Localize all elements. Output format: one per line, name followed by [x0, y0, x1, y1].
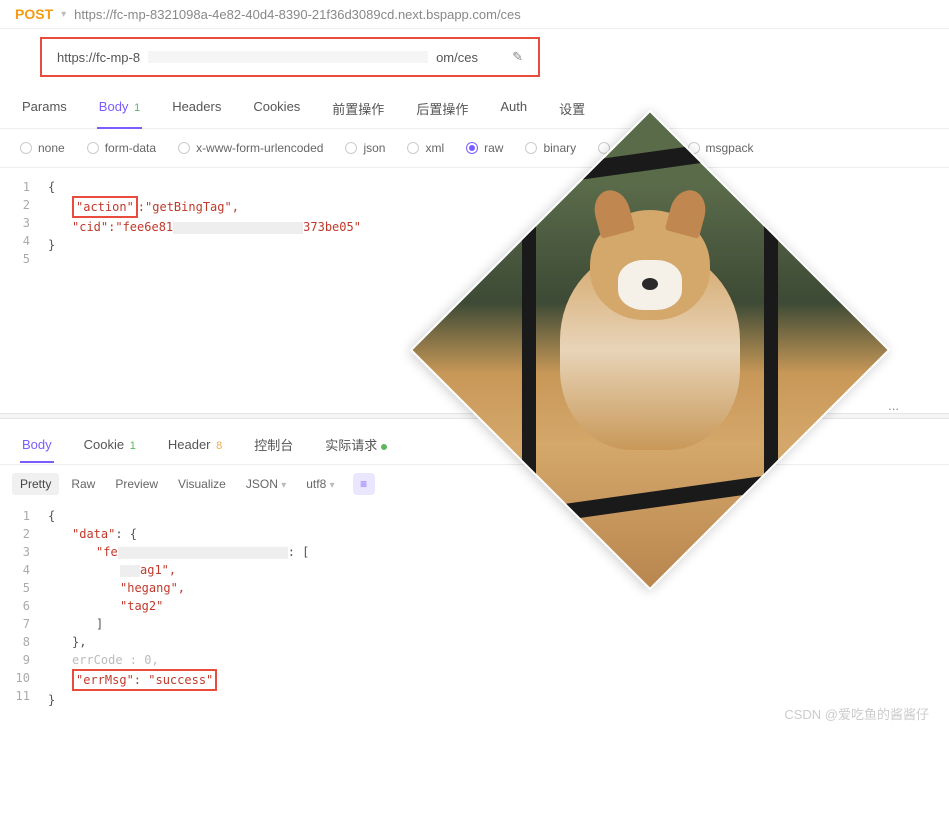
resp-tab-actual[interactable]: 实际请求 — [323, 429, 389, 464]
response-subbar: Pretty Raw Preview Visualize JSON ▾ utf8… — [0, 465, 949, 503]
cid-mask — [173, 222, 303, 234]
resp-mask2 — [120, 565, 140, 577]
resp-actual-label: 实际请求 — [325, 438, 377, 453]
resp-l6: "tag2" — [120, 599, 163, 613]
sub-utf8-label: utf8 — [306, 477, 326, 491]
tab-cookies[interactable]: Cookies — [251, 93, 302, 128]
resp-tab-cookie[interactable]: Cookie 1 — [82, 431, 138, 462]
resp-l3s: : [ — [288, 545, 310, 559]
req-action-rest: :"getBingTag", — [138, 200, 239, 214]
resp-l11: } — [48, 693, 55, 707]
radio-binary[interactable]: binary — [525, 141, 576, 155]
resp-cookie-badge: 1 — [130, 440, 136, 452]
sub-pretty[interactable]: Pretty — [12, 473, 59, 495]
resp-header-badge: 8 — [216, 440, 222, 452]
resp-l7: ] — [96, 617, 103, 631]
body-type-selector: none form-data x-www-form-urlencoded jso… — [0, 129, 949, 168]
resp-header-label: Header — [168, 437, 211, 452]
errmsg-highlight: "errMsg": "success" — [72, 669, 217, 691]
resp-l3p: "fe — [96, 545, 118, 559]
radio-none-label: none — [38, 141, 65, 155]
radio-raw[interactable]: raw — [466, 141, 503, 155]
radio-formdata-label: form-data — [105, 141, 156, 155]
resp-cookie-label: Cookie — [84, 437, 124, 452]
chevron-down-icon: ▾ — [281, 480, 286, 491]
resp-mask1 — [118, 547, 288, 559]
response-body-editor[interactable]: 1234567891011 { "data": { "fe : [ ag1", "… — [0, 503, 949, 729]
radio-json-label: json — [363, 141, 385, 155]
tab-settings[interactable]: 设置 — [557, 93, 587, 128]
resp-tab-header[interactable]: Header 8 — [166, 431, 224, 462]
sub-raw[interactable]: Raw — [63, 473, 103, 495]
req-l1: { — [48, 180, 55, 194]
green-dot-icon — [381, 444, 387, 450]
tab-body[interactable]: Body 1 — [97, 93, 142, 128]
sub-utf8[interactable]: utf8 ▾ — [298, 473, 342, 495]
req-cid-prefix: "cid":"fee6e81 — [72, 220, 173, 234]
resp-tab-body[interactable]: Body — [20, 431, 54, 462]
url-suffix: om/ces — [436, 50, 478, 65]
sub-preview[interactable]: Preview — [107, 473, 166, 495]
sub-visualize[interactable]: Visualize — [170, 473, 234, 495]
chevron-down-icon[interactable]: ▾ — [61, 9, 66, 20]
sub-json[interactable]: JSON ▾ — [238, 473, 294, 495]
url-masked — [148, 51, 428, 63]
edit-icon[interactable]: ✎ — [512, 49, 523, 65]
tab-body-label: Body — [99, 99, 129, 114]
request-tabs: Params Body 1 Headers Cookies 前置操作 后置操作 … — [0, 85, 949, 129]
url-display-box: https://fc-mp-8 om/ces ✎ — [40, 37, 540, 77]
resp-code[interactable]: { "data": { "fe : [ ag1", "hegang", "tag2… — [40, 507, 949, 709]
resp-l1: { — [48, 509, 55, 523]
tab-headers[interactable]: Headers — [170, 93, 223, 128]
resp-l8: }, — [72, 635, 86, 649]
resp-tab-console[interactable]: 控制台 — [252, 429, 295, 464]
radio-msgpack[interactable]: msgpack — [688, 141, 754, 155]
tab-pre[interactable]: 前置操作 — [330, 93, 386, 128]
req-cid-suffix: 373be05" — [303, 220, 361, 234]
action-key-highlight: "action" — [72, 196, 138, 218]
http-method[interactable]: POST — [15, 6, 53, 22]
radio-xml[interactable]: xml — [407, 141, 444, 155]
req-gutter: 12345 — [0, 178, 40, 418]
watermark: CSDN @爱吃鱼的酱酱仔 — [784, 704, 929, 723]
url-prefix: https://fc-mp-8 — [57, 50, 140, 65]
sub-json-label: JSON — [246, 477, 278, 491]
radio-none[interactable]: none — [20, 141, 65, 155]
req-l4: } — [48, 238, 55, 252]
tab-post[interactable]: 后置操作 — [414, 93, 470, 128]
tab-params[interactable]: Params — [20, 93, 69, 128]
resp-l2r: : { — [115, 527, 137, 541]
url-input[interactable]: https://fc-mp-8321098a-4e82-40d4-8390-21… — [74, 7, 934, 22]
radio-raw-label: raw — [484, 141, 503, 155]
radio-formdata[interactable]: form-data — [87, 141, 156, 155]
resp-gutter: 1234567891011 — [0, 507, 40, 709]
tab-auth[interactable]: Auth — [498, 93, 529, 128]
radio-msgpack-label: msgpack — [706, 141, 754, 155]
format-button[interactable]: ≡ — [353, 473, 375, 495]
req-action-key: "action" — [76, 200, 134, 214]
resp-l2k: "data" — [72, 527, 115, 541]
resp-l10: "errMsg": "success" — [76, 673, 213, 687]
radio-json[interactable]: json — [345, 141, 385, 155]
radio-xml-label: xml — [425, 141, 444, 155]
resp-l9: errCode : 0, — [72, 653, 159, 667]
radio-binary-label: binary — [543, 141, 576, 155]
resp-l5: "hegang", — [120, 581, 185, 595]
body-badge: 1 — [134, 102, 140, 114]
radio-urlencoded-label: x-www-form-urlencoded — [196, 141, 323, 155]
radio-urlencoded[interactable]: x-www-form-urlencoded — [178, 141, 323, 155]
resp-l4: ag1", — [140, 563, 176, 577]
chevron-down-icon: ▾ — [330, 480, 335, 491]
